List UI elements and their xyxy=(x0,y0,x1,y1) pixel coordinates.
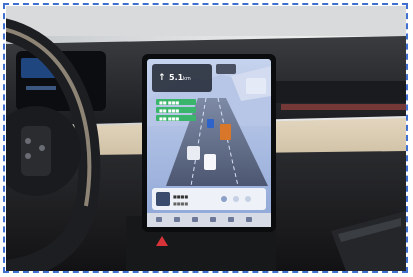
center-display: ↑ 5.1 km ■■ ■■■ ■■ ■■■ ■■ ■■■ ■■■■ ■■■■ xyxy=(142,54,276,232)
media-subtitle: ■■■■ xyxy=(173,201,188,206)
lane-badges: ■■ ■■■ ■■ ■■■ ■■ ■■■ xyxy=(156,99,196,121)
vehicle-white xyxy=(187,146,200,160)
media-title: ■■■■ xyxy=(173,194,188,199)
nav-arrow-icon: ↑ xyxy=(158,73,166,83)
lane-badge-1: ■■ ■■■ xyxy=(159,100,179,105)
vehicle-blue xyxy=(207,119,214,128)
car-interior-photo: ↑ 5.1 km ■■ ■■■ ■■ ■■■ ■■ ■■■ ■■■■ ■■■■ xyxy=(6,6,406,271)
nav-distance: 5.1 xyxy=(169,73,184,82)
lane-badge-2: ■■ ■■■ xyxy=(159,108,179,113)
album-art xyxy=(156,192,170,206)
ego-vehicle xyxy=(204,154,216,170)
nav-distance-unit: km xyxy=(183,76,191,82)
lane-badge-3: ■■ ■■■ xyxy=(159,116,179,121)
vehicle-orange xyxy=(220,124,231,140)
